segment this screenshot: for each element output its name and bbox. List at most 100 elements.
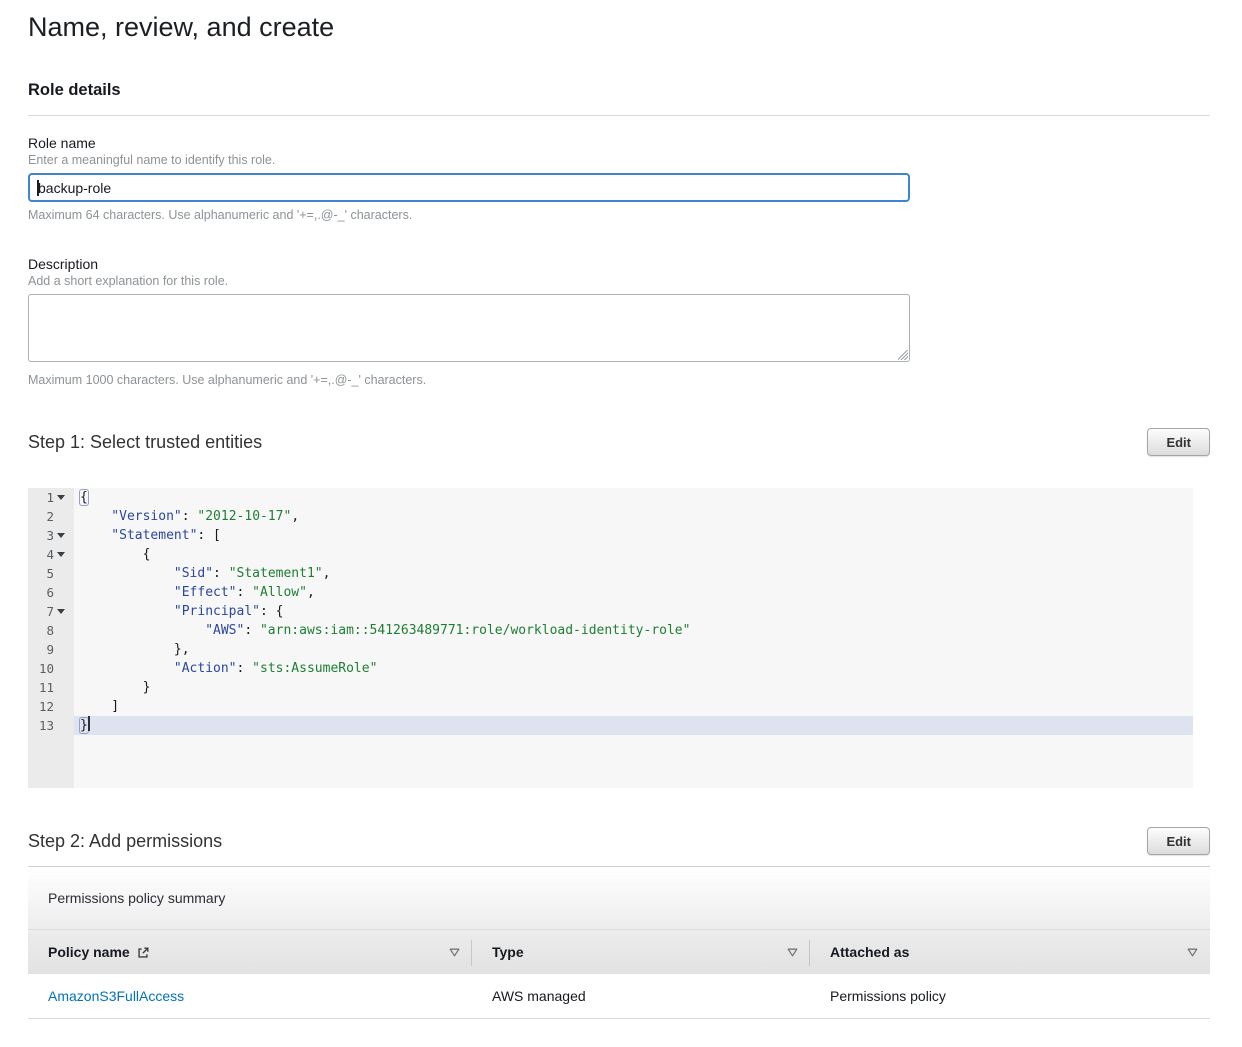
column-header-type[interactable]: Type: [472, 930, 810, 974]
editor-caret: [88, 716, 90, 731]
editor-line[interactable]: 1{: [28, 488, 1193, 507]
line-number: 8: [28, 621, 54, 640]
editor-gutter-cell: 1: [28, 488, 74, 507]
json-key: "Statement": [111, 528, 197, 543]
step1-heading: Step 1: Select trusted entities: [28, 430, 262, 454]
resize-grip-icon: [898, 350, 908, 360]
json-punctuation: : [: [197, 528, 220, 543]
section-divider: [28, 115, 1210, 116]
policy-table-header: Policy nameType Attached as: [28, 929, 1210, 974]
editor-code-line: },: [74, 640, 1193, 659]
editor-line[interactable]: 3 "Statement": [: [28, 526, 1193, 545]
step1-edit-button[interactable]: Edit: [1147, 428, 1210, 456]
editor-code-line: }: [74, 716, 1193, 735]
editor-line[interactable]: 12]: [28, 697, 1193, 716]
json-punctuation: :: [213, 566, 229, 581]
text-caret: [37, 180, 39, 196]
table-cell: Permissions policy: [810, 974, 1210, 1018]
json-punctuation: },: [174, 642, 190, 657]
table-cell[interactable]: AmazonS3FullAccess: [28, 974, 472, 1018]
description-label: Description: [28, 256, 1210, 272]
json-string: "arn:aws:iam::541263489771:role/workload…: [260, 623, 690, 638]
editor-gutter-cell: 13: [28, 716, 74, 735]
editor-line[interactable]: 5 "Sid": "Statement1",: [28, 564, 1193, 583]
json-string: "Statement1": [229, 566, 323, 581]
json-punctuation: :: [244, 623, 260, 638]
line-number: 6: [28, 583, 54, 602]
editor-gutter-cell: 6: [28, 583, 74, 602]
editor-code-line: "Action": "sts:AssumeRole": [74, 659, 1193, 678]
column-header-policy-name[interactable]: Policy name: [28, 930, 472, 974]
json-punctuation: {: [80, 490, 88, 505]
editor-line[interactable]: 4{: [28, 545, 1193, 564]
editor-line[interactable]: 8 "AWS": "arn:aws:iam::541263489771:role/…: [28, 621, 1193, 640]
json-punctuation: }: [80, 718, 88, 733]
description-constraint: Maximum 1000 characters. Use alphanumeri…: [28, 373, 1210, 388]
column-header-label: Attached as: [830, 944, 909, 960]
json-string: "Allow": [252, 585, 307, 600]
editor-line[interactable]: 2 "Version": "2012-10-17",: [28, 507, 1193, 526]
role-name-input[interactable]: [28, 173, 910, 202]
editor-code-line: "Statement": [: [74, 526, 1193, 545]
json-key: "Version": [111, 509, 181, 524]
policy-editor[interactable]: 1{2"Version": "2012-10-17",3"Statement":…: [28, 488, 1193, 788]
fold-toggle-icon[interactable]: [57, 552, 65, 557]
role-name-help: Enter a meaningful name to identify this…: [28, 153, 1210, 168]
json-punctuation: ,: [323, 566, 331, 581]
editor-gutter-cell: 4: [28, 545, 74, 564]
role-name-label: Role name: [28, 135, 1210, 151]
json-punctuation: :: [237, 661, 253, 676]
line-number: 4: [28, 545, 54, 564]
table-cell: AWS managed: [472, 974, 810, 1018]
editor-line[interactable]: 9},: [28, 640, 1193, 659]
line-number: 11: [28, 678, 54, 697]
fold-toggle-icon[interactable]: [57, 495, 65, 500]
editor-line[interactable]: 6 "Effect": "Allow",: [28, 583, 1193, 602]
fold-toggle-icon[interactable]: [57, 533, 65, 538]
line-number: 12: [28, 697, 54, 716]
line-number: 3: [28, 526, 54, 545]
json-punctuation: }: [143, 680, 151, 695]
editor-line[interactable]: 11}: [28, 678, 1193, 697]
editor-gutter-cell: 2: [28, 507, 74, 526]
step2-edit-button[interactable]: Edit: [1147, 827, 1210, 855]
role-details-heading: Role details: [28, 80, 1210, 100]
sort-triangle-icon[interactable]: [449, 948, 460, 957]
json-string: "2012-10-17": [197, 509, 291, 524]
editor-line[interactable]: 7 "Principal": {: [28, 602, 1193, 621]
role-name-input-wrap: [28, 173, 910, 202]
json-key: "Principal": [174, 604, 260, 619]
json-punctuation: : {: [260, 604, 283, 619]
editor-line[interactable]: 13}: [28, 716, 1193, 735]
sort-triangle-icon[interactable]: [1187, 948, 1198, 957]
sort-triangle-icon[interactable]: [787, 948, 798, 957]
editor-code-line: "Sid": "Statement1",: [74, 564, 1193, 583]
editor-gutter-cell: 10: [28, 659, 74, 678]
role-details-section: Role details Role name Enter a meaningfu…: [28, 80, 1210, 388]
editor-gutter-cell: 3: [28, 526, 74, 545]
step1-section: Step 1: Select trusted entities Edit 1{2…: [28, 428, 1210, 788]
editor-gutter-cell: 5: [28, 564, 74, 583]
editor-code-line: {: [74, 545, 1193, 564]
line-number: 7: [28, 602, 54, 621]
editor-code-line: "Principal": {: [74, 602, 1193, 621]
editor-gutter-cell: 9: [28, 640, 74, 659]
json-key: "Sid": [174, 566, 213, 581]
fold-toggle-icon[interactable]: [57, 609, 65, 614]
json-key: "AWS": [205, 623, 244, 638]
line-number: 9: [28, 640, 54, 659]
policy-name-link[interactable]: AmazonS3FullAccess: [48, 988, 184, 1004]
description-textarea[interactable]: [28, 294, 910, 362]
json-key: "Effect": [174, 585, 237, 600]
editor-code-line: {: [74, 488, 1193, 507]
json-punctuation: {: [143, 547, 151, 562]
editor-line[interactable]: 10"Action": "sts:AssumeRole": [28, 659, 1193, 678]
json-punctuation: ,: [291, 509, 299, 524]
line-number: 5: [28, 564, 54, 583]
column-header-attached-as[interactable]: Attached as: [810, 930, 1210, 974]
editor-gutter-cell: 12: [28, 697, 74, 716]
permissions-summary-panel: Permissions policy summary Policy nameTy…: [28, 866, 1210, 1019]
editor-code-line: "Effect": "Allow",: [74, 583, 1193, 602]
step2-section: Step 2: Add permissions Edit Permissions…: [28, 827, 1210, 1019]
json-punctuation: :: [182, 509, 198, 524]
